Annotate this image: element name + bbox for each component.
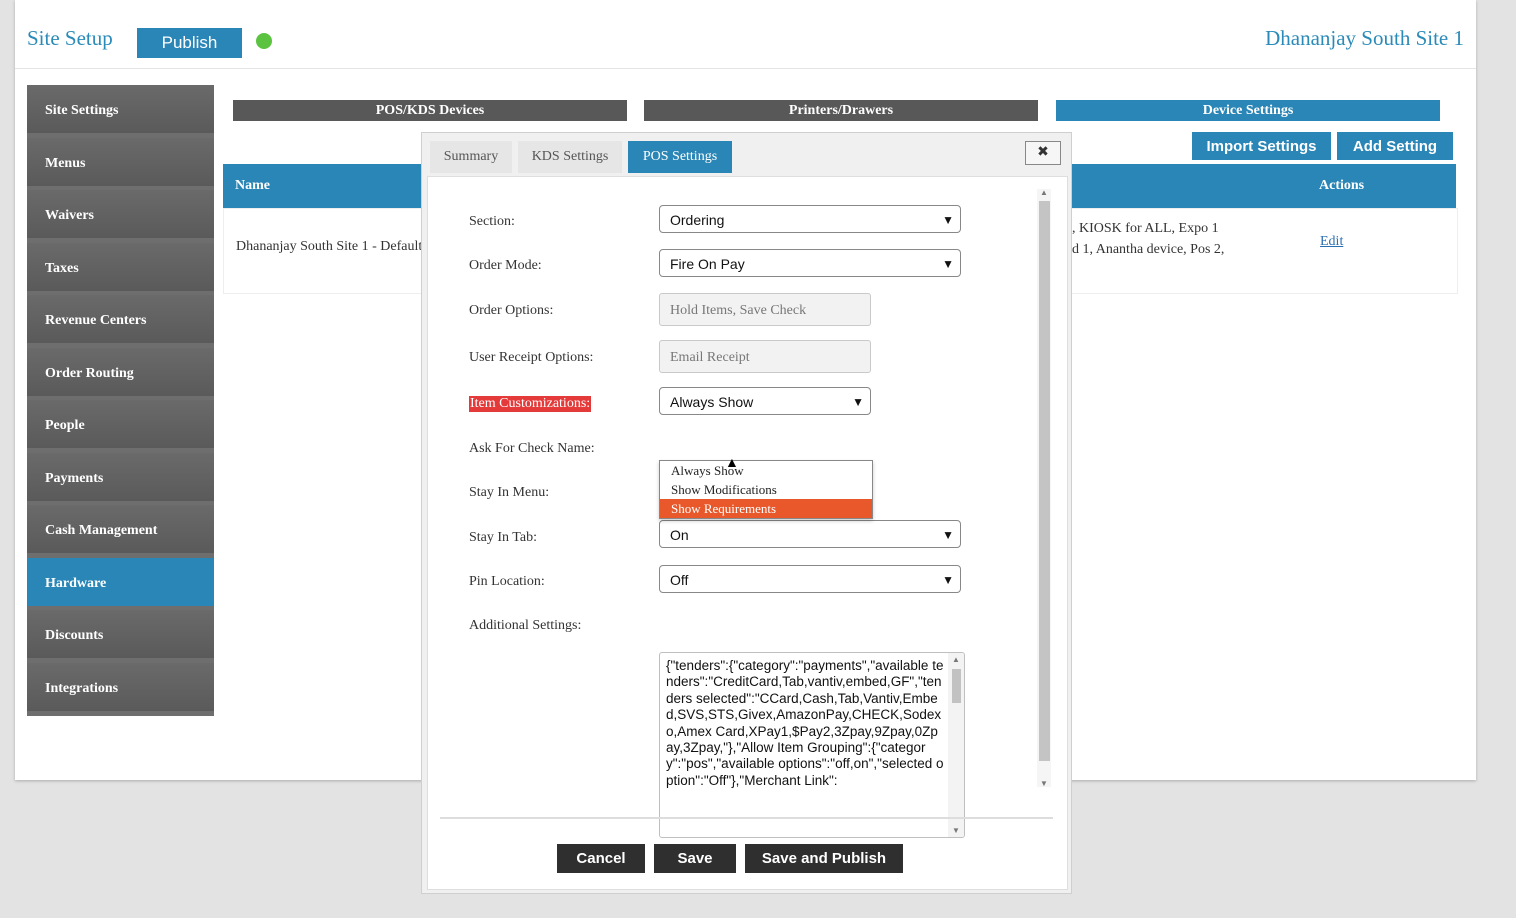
site-name: Dhananjay South Site 1 (1265, 26, 1464, 50)
sidebar-item-hardware[interactable]: Hardware (27, 557, 214, 606)
item-customizations-label: Item Customizations: (469, 396, 592, 412)
tab-printers-drawers[interactable]: Printers/Drawers (644, 100, 1038, 121)
sidebar-item-integrations[interactable]: Integrations (27, 662, 214, 711)
row-devices: , KIOSK for ALL, Expo 1 d 1, Anantha dev… (1072, 218, 1224, 260)
sidebar-item-order-routing[interactable]: Order Routing (27, 347, 214, 396)
textarea-scrollbar[interactable]: ▲ ▼ (948, 653, 964, 837)
sidebar-item-discounts[interactable]: Discounts (27, 610, 214, 658)
page-title: Site Setup (27, 26, 113, 50)
tab-device-settings[interactable]: Device Settings (1056, 100, 1440, 121)
additional-settings-textarea[interactable]: {"tenders":{"category":"payments","avail… (659, 652, 965, 838)
sidebar-item-people[interactable]: People (27, 400, 214, 448)
order-mode-select[interactable]: Fire On Pay ▼ (659, 249, 961, 277)
pin-location-value: Off (670, 572, 689, 588)
tab-pos-kds-devices[interactable]: POS/KDS Devices (233, 100, 627, 121)
save-and-publish-button[interactable]: Save and Publish (745, 844, 903, 873)
column-header-name: Name (235, 178, 270, 193)
save-button[interactable]: Save (654, 844, 736, 873)
additional-settings-label: Additional Settings: (469, 618, 582, 633)
section-value: Ordering (670, 212, 725, 228)
sidebar-item-payments[interactable]: Payments (27, 452, 214, 501)
scroll-up-icon[interactable]: ▲ (952, 655, 960, 664)
scroll-down-icon[interactable]: ▼ (1040, 779, 1048, 788)
user-receipt-options-label: User Receipt Options: (469, 350, 594, 365)
sidebar: Site Settings Menus Waivers Taxes Revenu… (27, 85, 214, 716)
footer-divider (440, 817, 1053, 819)
close-button[interactable]: ✖ (1025, 141, 1061, 165)
stay-in-menu-label: Stay In Menu: (469, 485, 550, 500)
publish-button[interactable]: Publish (137, 28, 242, 58)
sidebar-item-cash-management[interactable]: Cash Management (27, 505, 214, 553)
modal-body: Section: Ordering ▼ Order Mode: Fire On … (427, 176, 1068, 890)
tab-kds-settings[interactable]: KDS Settings (518, 141, 622, 173)
sidebar-item-site-settings[interactable]: Site Settings (27, 85, 214, 133)
additional-settings-value: {"tenders":{"category":"payments","avail… (666, 658, 944, 788)
row-name: Dhananjay South Site 1 - Default (236, 239, 423, 254)
pos-settings-modal: Summary KDS Settings POS Settings ✖ Sect… (421, 132, 1072, 894)
stay-in-tab-label: Stay In Tab: (469, 530, 537, 545)
sidebar-item-taxes[interactable]: Taxes (27, 242, 214, 291)
status-indicator (256, 33, 272, 49)
dropdown-option-show-modifications[interactable]: Show Modifications (660, 480, 872, 499)
mouse-cursor-icon: ▲ (725, 456, 739, 471)
add-setting-button[interactable]: Add Setting (1337, 132, 1453, 160)
dropdown-option-show-requirements[interactable]: Show Requirements (660, 499, 872, 518)
stay-in-tab-value: On (670, 527, 689, 543)
chevron-down-icon: ▼ (852, 395, 864, 409)
tab-pos-settings[interactable]: POS Settings (628, 141, 732, 173)
tab-summary[interactable]: Summary (430, 141, 512, 173)
chevron-down-icon: ▼ (942, 573, 954, 587)
item-customizations-select[interactable]: Always Show ▼ (659, 387, 871, 415)
row-devices-line-2: d 1, Anantha device, Pos 2, (1072, 242, 1225, 257)
scroll-down-icon[interactable]: ▼ (952, 826, 960, 835)
scroll-up-icon[interactable]: ▲ (1040, 188, 1048, 197)
chevron-down-icon: ▼ (942, 528, 954, 542)
ask-for-check-name-label: Ask For Check Name: (469, 441, 595, 456)
order-mode-value: Fire On Pay (670, 256, 745, 272)
order-options-label: Order Options: (469, 303, 554, 318)
edit-link[interactable]: Edit (1320, 234, 1343, 250)
user-receipt-options-field[interactable]: Email Receipt (659, 340, 871, 373)
modal-scrollbar[interactable]: ▲ ▼ (1037, 188, 1051, 788)
sidebar-item-menus[interactable]: Menus (27, 137, 214, 186)
section-label: Section: (469, 214, 515, 229)
column-header-actions: Actions (1319, 178, 1365, 193)
sidebar-item-waivers[interactable]: Waivers (27, 190, 214, 238)
chevron-down-icon: ▼ (942, 257, 954, 271)
order-mode-label: Order Mode: (469, 258, 542, 273)
pin-location-label: Pin Location: (469, 574, 545, 589)
row-devices-line-1: , KIOSK for ALL, Expo 1 (1072, 221, 1219, 236)
pin-location-select[interactable]: Off ▼ (659, 565, 961, 593)
chevron-down-icon: ▼ (942, 213, 954, 227)
cancel-button[interactable]: Cancel (557, 844, 645, 873)
order-options-field[interactable]: Hold Items, Save Check (659, 293, 871, 326)
sidebar-item-revenue-centers[interactable]: Revenue Centers (27, 295, 214, 343)
dropdown-option-always-show[interactable]: Always Show (660, 461, 872, 480)
textarea-scroll-thumb[interactable] (952, 669, 961, 703)
section-select[interactable]: Ordering ▼ (659, 205, 961, 233)
modal-scroll-thumb[interactable] (1039, 201, 1050, 761)
import-settings-button[interactable]: Import Settings (1192, 132, 1331, 160)
item-customizations-value: Always Show (670, 394, 754, 410)
close-icon: ✖ (1037, 145, 1049, 160)
stay-in-tab-select[interactable]: On ▼ (659, 520, 961, 548)
top-bar: Site Setup Publish Dhananjay South Site … (15, 0, 1476, 69)
item-customizations-dropdown: Always Show Show Modifications Show Requ… (659, 460, 873, 519)
